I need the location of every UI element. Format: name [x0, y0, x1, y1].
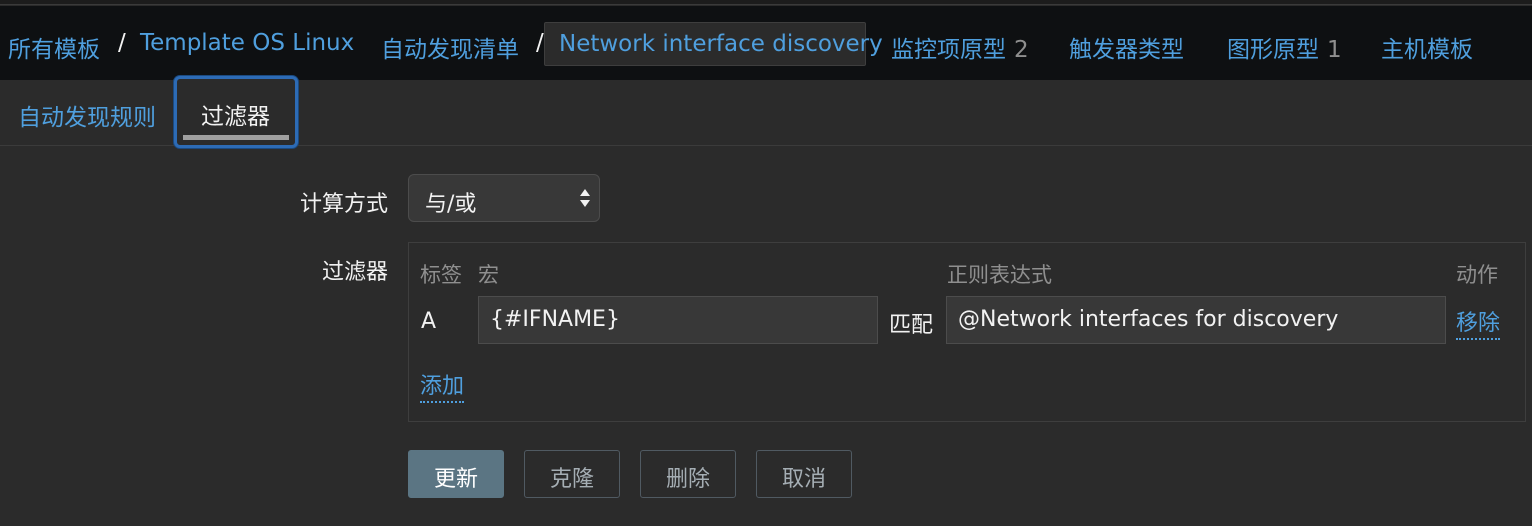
update-button[interactable]: 更新	[408, 450, 504, 498]
calc-method-label: 计算方式	[299, 192, 388, 217]
nav-host-templates[interactable]: 主机模板	[1381, 30, 1473, 64]
nav-graph-prototypes[interactable]: 图形原型 1	[1227, 30, 1342, 64]
filter-table: 标签 宏 正则表达式 动作 A {#IFNAME} 匹配 @Network in…	[408, 242, 1526, 422]
top-border	[0, 0, 1532, 5]
nav-item-prototypes-label: 监控项原型	[891, 37, 1006, 63]
nav-item-prototypes[interactable]: 监控项原型 2	[891, 30, 1029, 64]
calc-method-select[interactable]: 与/或	[408, 174, 600, 222]
breadcrumb-nav: 所有模板 / Template OS Linux 自动发现清单 / Networ…	[0, 6, 1532, 80]
breadcrumb-discovery-list[interactable]: 自动发现清单	[381, 30, 519, 64]
add-link[interactable]: 添加	[420, 368, 465, 403]
regex-input[interactable]: @Network interfaces for discovery	[946, 296, 1446, 344]
tab-discovery-rule[interactable]: 自动发现规则	[18, 98, 156, 132]
nav-graph-prototypes-label: 图形原型	[1227, 37, 1319, 63]
breadcrumb-all-templates[interactable]: 所有模板	[8, 30, 100, 64]
delete-button[interactable]: 删除	[640, 450, 736, 498]
clone-button[interactable]: 克隆	[524, 450, 620, 498]
tab-filters-label: 过滤器	[201, 104, 270, 130]
row-label: A	[421, 309, 437, 334]
filters-label: 过滤器	[321, 260, 388, 285]
header-regex: 正则表达式	[947, 263, 1052, 287]
macro-input[interactable]: {#IFNAME}	[478, 296, 878, 344]
breadcrumb-current[interactable]: Network interface discovery	[544, 22, 883, 66]
remove-link[interactable]: 移除	[1456, 305, 1501, 340]
nav-item-prototypes-count: 2	[1014, 37, 1029, 63]
select-arrows-icon	[580, 189, 590, 207]
nav-graph-prototypes-count: 1	[1327, 37, 1342, 63]
nav-trigger-types[interactable]: 触发器类型	[1069, 30, 1184, 64]
tab-active-indicator	[183, 135, 289, 140]
breadcrumb-separator: /	[118, 30, 126, 56]
breadcrumb-separator: /	[536, 30, 544, 56]
cancel-button[interactable]: 取消	[756, 450, 852, 498]
header-macro: 宏	[478, 263, 499, 287]
operator-label: 匹配	[889, 313, 934, 338]
calc-method-value: 与/或	[425, 192, 477, 217]
header-action: 动作	[1456, 263, 1498, 287]
tab-filters[interactable]: 过滤器	[174, 76, 298, 148]
tab-bar: 自动发现规则 过滤器	[0, 76, 1532, 148]
header-label: 标签	[420, 263, 462, 287]
breadcrumb-template[interactable]: Template OS Linux	[140, 30, 354, 56]
